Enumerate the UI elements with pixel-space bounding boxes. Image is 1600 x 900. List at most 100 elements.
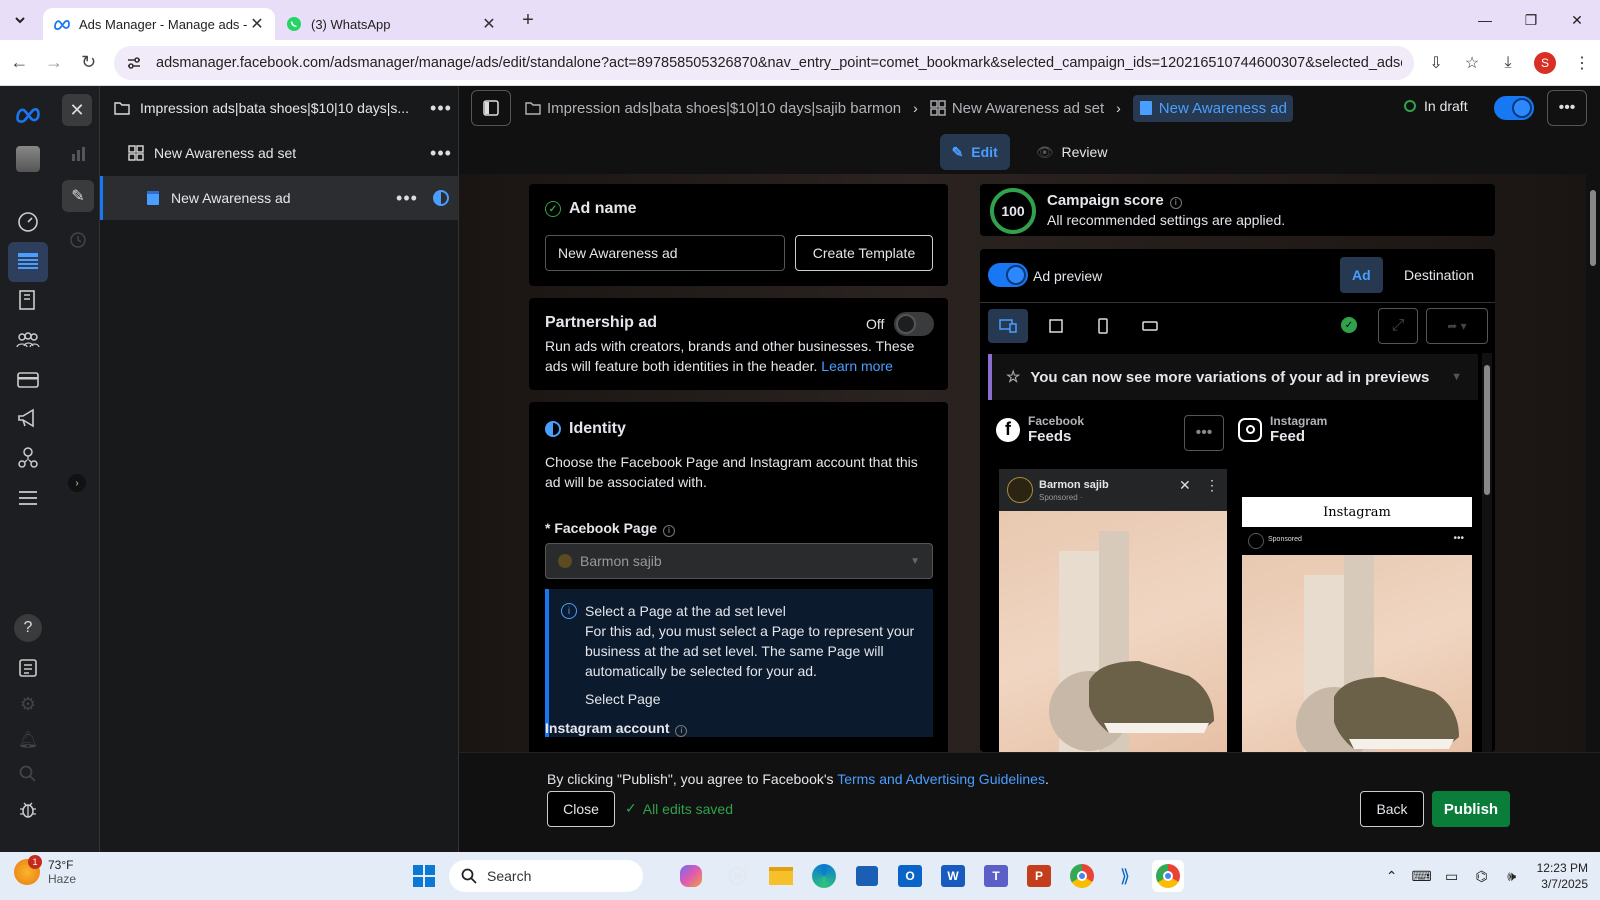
site-info-icon[interactable] xyxy=(126,55,146,71)
billing-card-icon[interactable] xyxy=(14,366,42,394)
tree-adset-row[interactable]: New Awareness ad set ••• xyxy=(100,131,458,175)
clock[interactable]: 12:23 PM 3/7/2025 xyxy=(1537,860,1588,892)
more-options-icon[interactable]: ••• xyxy=(390,188,424,209)
create-template-button[interactable]: Create Template xyxy=(795,235,933,271)
select-page-link[interactable]: Select Page xyxy=(585,689,919,709)
partnership-toggle[interactable] xyxy=(894,312,934,336)
ad-name-input[interactable]: New Awareness ad xyxy=(545,235,785,271)
profile-avatar[interactable]: S xyxy=(1534,51,1557,74)
teams-icon[interactable]: T xyxy=(980,860,1012,892)
volume-icon[interactable]: 🕪︎ xyxy=(1497,852,1527,900)
help-icon[interactable]: ? xyxy=(14,614,42,642)
info-icon[interactable]: i xyxy=(675,724,688,737)
device-landscape-button[interactable] xyxy=(1130,309,1170,343)
outlook-icon[interactable]: O xyxy=(894,860,926,892)
window-close-button[interactable]: ✕ xyxy=(1554,0,1600,40)
toggle-panel-button[interactable] xyxy=(471,90,511,126)
minimize-button[interactable]: — xyxy=(1462,0,1508,40)
device-square-button[interactable] xyxy=(1036,309,1076,343)
powerpoint-icon[interactable]: P xyxy=(1023,860,1055,892)
more-options-icon[interactable]: ••• xyxy=(424,98,458,119)
browser-menu-icon[interactable]: ⋮ xyxy=(1564,46,1600,80)
close-tab-icon[interactable]: ✕ xyxy=(481,14,497,34)
terms-link[interactable]: Terms and Advertising Guidelines xyxy=(837,771,1045,787)
network-icon[interactable]: ⌬ xyxy=(1467,852,1497,900)
close-tab-icon[interactable]: ✕ xyxy=(249,14,265,34)
back-nav-button[interactable]: ← xyxy=(4,46,35,80)
mixed-reality-icon[interactable]: 🧭︎ xyxy=(722,860,754,892)
report-bug-icon[interactable] xyxy=(14,796,42,824)
chrome-icon[interactable] xyxy=(1066,860,1098,892)
learn-more-link[interactable]: Learn more xyxy=(821,358,893,374)
tree-ad-row[interactable]: New Awareness ad ••• xyxy=(100,176,458,220)
chrome-active-icon[interactable] xyxy=(1152,860,1184,892)
settings-gear-icon[interactable]: ⚙ xyxy=(14,690,42,718)
breadcrumb-adset[interactable]: New Awareness ad set xyxy=(930,100,1104,117)
catalog-book-icon[interactable] xyxy=(14,286,42,314)
all-tools-menu-icon[interactable] xyxy=(14,484,42,512)
edit-pencil-button[interactable]: ✎ xyxy=(62,180,94,212)
tree-campaign-row[interactable]: Impression ads|bata shoes|$10|10 days|s.… xyxy=(100,86,458,130)
share-preview-button[interactable]: ➦ ▾ xyxy=(1426,308,1488,344)
tab-ads-manager[interactable]: Ads Manager - Manage ads - C ✕ xyxy=(43,8,275,40)
keyboard-icon[interactable]: ⌨ xyxy=(1407,852,1437,900)
campaigns-table-icon[interactable] xyxy=(8,242,48,282)
chevron-up-icon[interactable]: ⌃ xyxy=(1377,852,1407,900)
preview-tab-ad[interactable]: Ad xyxy=(1340,257,1383,293)
downloads-icon[interactable]: ⤓ xyxy=(1490,46,1526,80)
edge-icon[interactable] xyxy=(808,860,840,892)
placement-options-button[interactable]: ••• xyxy=(1184,415,1224,451)
publish-button[interactable]: Publish xyxy=(1432,791,1510,827)
dashboard-gauge-icon[interactable] xyxy=(14,208,42,236)
new-tab-button[interactable]: + xyxy=(513,9,543,32)
facebook-page-select[interactable]: Barmon sajib ▼ xyxy=(545,543,933,579)
review-mode-button[interactable]: 👁︎ Review xyxy=(1024,134,1120,170)
url-field[interactable]: adsmanager.facebook.com/adsmanager/manag… xyxy=(114,45,1415,80)
close-editor-button[interactable]: ✕ xyxy=(62,94,92,126)
taskbar-search[interactable]: Search xyxy=(449,860,643,892)
preview-tab-destination[interactable]: Destination xyxy=(1392,257,1486,293)
file-explorer-icon[interactable] xyxy=(765,860,797,892)
forward-nav-button[interactable]: → xyxy=(39,46,70,80)
device-mobile-button[interactable] xyxy=(1083,309,1123,343)
variations-banner[interactable]: ☆ You can now see more variations of you… xyxy=(988,354,1478,400)
close-button[interactable]: Close xyxy=(547,791,615,827)
search-icon[interactable] xyxy=(14,760,42,788)
meta-logo-icon[interactable] xyxy=(14,100,42,128)
more-options-icon[interactable]: ••• xyxy=(424,143,458,164)
edit-mode-button[interactable]: ✎ Edit xyxy=(939,134,1010,170)
display-icon[interactable]: ▭ xyxy=(1437,852,1467,900)
ad-on-off-toggle[interactable] xyxy=(1494,96,1534,120)
bar-chart-icon[interactable] xyxy=(64,140,92,168)
reload-button[interactable]: ↻ xyxy=(73,46,104,80)
expand-arrow-icon[interactable]: › xyxy=(68,474,86,492)
install-app-icon[interactable]: ⇩ xyxy=(1418,46,1454,80)
device-all-button[interactable] xyxy=(988,309,1028,343)
account-avatar[interactable] xyxy=(16,146,40,172)
notes-icon[interactable] xyxy=(14,654,42,682)
info-icon[interactable]: i xyxy=(1169,196,1182,209)
ads-megaphone-icon[interactable] xyxy=(14,404,42,432)
business-tools-icon[interactable] xyxy=(14,444,42,472)
power-automate-icon[interactable]: ⟫ xyxy=(1109,860,1141,892)
copilot-icon[interactable] xyxy=(680,865,702,887)
more-actions-button[interactable]: ••• xyxy=(1547,90,1587,126)
word-icon[interactable]: W xyxy=(937,860,969,892)
audiences-people-icon[interactable] xyxy=(14,326,42,354)
weather-widget[interactable]: 1 73°F Haze xyxy=(14,855,76,886)
store-icon[interactable] xyxy=(851,860,883,892)
expand-preview-button[interactable]: ⤢ xyxy=(1378,308,1418,344)
tab-search-button[interactable] xyxy=(5,5,35,35)
info-icon[interactable]: i xyxy=(663,524,676,537)
breadcrumb-campaign[interactable]: Impression ads|bata shoes|$10|10 days|sa… xyxy=(525,100,901,117)
back-button[interactable]: Back xyxy=(1360,791,1424,827)
maximize-button[interactable]: ❐ xyxy=(1508,0,1554,40)
breadcrumb-ad[interactable]: New Awareness ad xyxy=(1132,94,1293,122)
ad-preview-toggle[interactable] xyxy=(988,263,1028,287)
preview-scrollbar[interactable] xyxy=(1482,353,1492,752)
windows-start-icon[interactable] xyxy=(408,860,440,892)
notifications-bell-icon[interactable]: 🔔︎ xyxy=(14,726,42,754)
bookmark-star-icon[interactable]: ☆ xyxy=(1454,46,1490,80)
tab-whatsapp[interactable]: (3) WhatsApp ✕ xyxy=(275,8,507,40)
history-clock-icon[interactable] xyxy=(64,226,92,254)
